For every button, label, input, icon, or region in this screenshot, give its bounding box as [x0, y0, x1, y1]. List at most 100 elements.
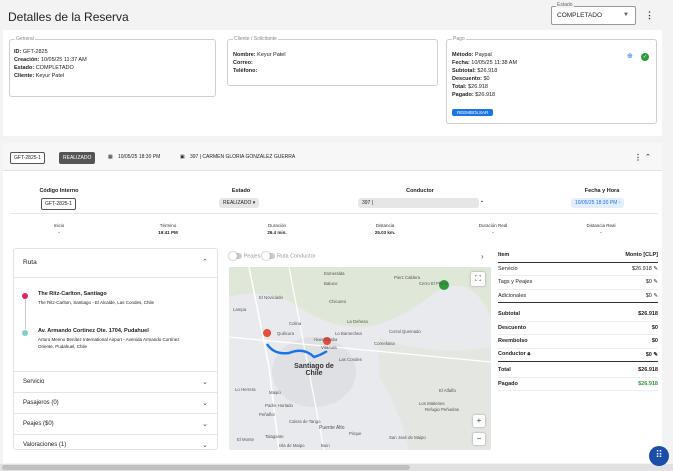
map-place: Isla de Maipo	[279, 443, 305, 448]
pricing-row-label: Adicionales	[498, 292, 527, 299]
metric-label: Duración	[267, 223, 286, 228]
map-place: Esmeralda	[324, 271, 345, 276]
money-icon[interactable]: ⊕	[627, 52, 633, 60]
pricing-row-amount: $0	[645, 292, 652, 299]
pricing-table: Item Monto [CLP] Servicio $26.918 ✎ Tags y…	[498, 249, 658, 391]
map-place: Refugio Peñuelas	[425, 407, 459, 412]
map-place: Talagante	[265, 434, 284, 439]
state-select[interactable]: Estado COMPLETADO ▼	[551, 2, 636, 25]
metric-value: 26.4 min.	[267, 230, 287, 235]
pricing-row-label: Servicio	[498, 265, 518, 272]
zoom-out-button[interactable]: −	[473, 433, 485, 445]
discount-value: $0	[651, 324, 658, 331]
chevron-right-icon[interactable]: ›	[481, 252, 484, 261]
payment-date-label: Fecha:	[452, 60, 470, 66]
datetime-chip[interactable]: 10/05/25 18:30 PM ▫	[571, 198, 625, 208]
map-place: Puente Alto	[319, 425, 345, 431]
edit-icon[interactable]: ✎	[653, 266, 658, 272]
refund-label: Reembolso	[498, 338, 528, 345]
general-id-label: ID:	[14, 49, 22, 55]
general-box: General ID: GFT-2825 Creación: 10/05/25 …	[9, 36, 216, 97]
origin-address: The Ritz-Carlton, Santiago - El Alcalde,…	[38, 300, 155, 305]
chevron-down-icon: ⌄	[202, 421, 208, 428]
driver-value: 397 |	[362, 200, 374, 206]
metric-label: Distancia	[375, 223, 395, 228]
payment-box: Pago Método: Paypal Fecha: 10/05/25 11:3…	[446, 36, 657, 124]
accordion-label: Valoraciones (1)	[23, 442, 67, 448]
check-circle-icon: ✓	[641, 53, 649, 61]
route-panel: Ruta ⌃ The Ritz-Carlton, Santiago The Ri…	[13, 248, 218, 450]
trip-state-select[interactable]: REALIZADO ▾	[219, 198, 260, 208]
driver-amount-value: $0	[645, 351, 652, 358]
table-row: Tags y Peajes $0 ✎	[498, 276, 658, 290]
edit-icon[interactable]: ✎	[653, 293, 658, 299]
id-card-icon: ▣	[180, 154, 185, 160]
document-icon[interactable]: ▪	[481, 199, 483, 205]
route-connector	[24, 299, 26, 329]
map-place: El Noviciado	[259, 295, 283, 300]
trip-code-chip: GFT-2825-1	[10, 152, 45, 164]
metric-value: -	[58, 230, 60, 235]
destination-address-line1: Arturo Merino Benítez International Airp…	[38, 337, 180, 342]
map-toggles: Peajes Ruta Conductor	[229, 252, 315, 260]
map-place: Peñaflor	[259, 412, 276, 417]
route-title: Ruta	[23, 259, 37, 266]
subtotal-label: Subtotal	[498, 311, 520, 318]
client-email-label: Correo:	[233, 60, 253, 66]
metric-label: Término	[159, 223, 177, 228]
driver-amount-label: Conductor	[498, 351, 526, 358]
accordion-peajes[interactable]: Peajes ($0) ⌄	[14, 413, 217, 434]
map-place: Chicureo	[329, 299, 347, 304]
edit-icon[interactable]: ✎	[653, 279, 658, 285]
map-place: Pirque	[349, 431, 362, 436]
trip-card: GFT-2825-1 REALIZADO ▦ 10/05/25 18:30 PM…	[3, 143, 662, 463]
driver-field[interactable]: 397 |	[358, 198, 479, 208]
zoom-in-button[interactable]: +	[473, 415, 485, 427]
paid-value: $26.918	[638, 380, 658, 387]
trip-more-icon[interactable]: ⋮	[634, 153, 642, 162]
payment-paid: $26.918	[475, 92, 496, 98]
map-place: La Dehesa	[347, 319, 368, 324]
total-value: $26.918	[638, 367, 658, 374]
pricing-row-amount: $26.918	[631, 265, 652, 272]
accordion-label: Servicio	[23, 379, 45, 385]
fullscreen-icon[interactable]: ⛶	[471, 272, 485, 286]
chevron-up-icon[interactable]: ⌃	[645, 153, 651, 161]
driver-route-toggle[interactable]	[262, 252, 276, 260]
pricing-col-amount: Monto [CLP]	[625, 252, 658, 259]
chevron-down-icon: ⌄	[202, 442, 208, 449]
map-place: Corneliana	[374, 341, 395, 346]
calendar-icon: ▦	[108, 154, 113, 160]
refund-button[interactable]: REEMBOLSAR	[452, 109, 494, 116]
edit-icon[interactable]: ✎	[653, 352, 658, 358]
trip-state-label: Estado	[231, 188, 251, 194]
tolls-toggle[interactable]	[229, 252, 242, 260]
trip-datetime: 10/05/25 18:30 PM	[118, 154, 161, 160]
accordion-pasajeros[interactable]: Pasajeros (0) ⌄	[14, 392, 217, 413]
map-place: Quilicura	[277, 331, 294, 336]
pricing-row-amount: $0	[645, 279, 652, 286]
payment-paid-label: Pagado:	[452, 92, 474, 98]
pricing-col-item: Item	[498, 252, 510, 259]
route-map[interactable]: A B Esmeralda Pierz Caldera Cerro El Plo…	[229, 267, 491, 450]
accordion-servicio[interactable]: Servicio ⌄	[14, 371, 217, 392]
subtotal-value: $26.918	[638, 311, 658, 318]
map-place: Maipú	[269, 390, 281, 395]
trip-status-chip: REALIZADO	[59, 152, 96, 164]
chevron-down-icon: ⌄	[202, 379, 208, 386]
payment-subtotal-label: Subtotal:	[452, 68, 476, 74]
more-menu-icon[interactable]: ⋮	[645, 11, 654, 20]
calendar-small-icon: ▫	[618, 200, 621, 206]
map-place: Corral Quemado	[389, 329, 421, 334]
metric-label: Distancia Real	[586, 223, 616, 228]
map-place: Los Maitenes	[419, 401, 445, 406]
driver-label: Conductor	[406, 188, 434, 194]
datetime-label: Fecha y Hora	[584, 188, 620, 194]
route-accordion-header[interactable]: Ruta ⌃	[14, 249, 217, 277]
scrollbar-thumb[interactable]	[2, 465, 410, 470]
map-place: El Alfalfa	[439, 388, 456, 393]
accordion-valoraciones[interactable]: Valoraciones (1) ⌄	[14, 434, 217, 455]
refund-value: $0	[651, 338, 658, 345]
apps-grid-icon[interactable]: ⠿	[649, 446, 669, 466]
trip-header[interactable]: GFT-2825-1 REALIZADO ▦ 10/05/25 18:30 PM…	[3, 143, 662, 171]
